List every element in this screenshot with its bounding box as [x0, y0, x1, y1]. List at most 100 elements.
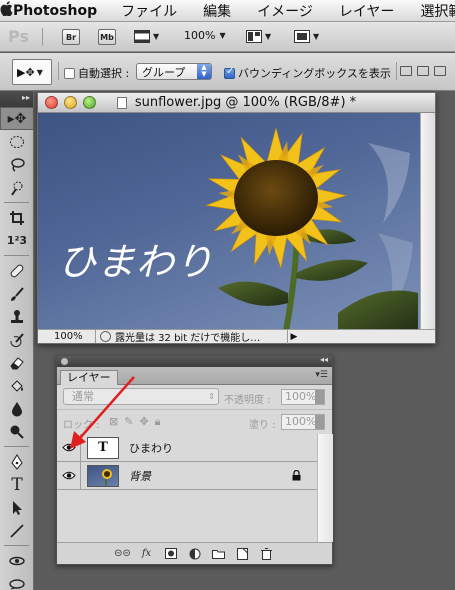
- lock-pixels-icon[interactable]: ✎: [124, 415, 133, 429]
- layers-panel-header[interactable]: ◂◂: [57, 355, 332, 367]
- quick-selection-tool-icon[interactable]: [0, 176, 34, 199]
- layer-name[interactable]: ひまわり: [129, 440, 173, 456]
- auto-select-option[interactable]: 自動選択 :: [64, 65, 129, 81]
- minimize-button[interactable]: [64, 96, 77, 109]
- chevron-down-icon: [315, 415, 324, 429]
- show-bounding-box-option[interactable]: バウンディングボックスを表示: [224, 65, 391, 81]
- tool-preset-picker[interactable]: ▶✥ ▼: [12, 59, 52, 85]
- marquee-tool-icon[interactable]: [0, 130, 34, 153]
- opacity-field[interactable]: 100%: [281, 389, 325, 405]
- stepper-arrows-icon: ⇕: [208, 392, 215, 401]
- menu-layer[interactable]: レイヤー: [339, 1, 395, 21]
- divider: [42, 28, 43, 46]
- layers-panel-footer: ⊝⊝ fx: [57, 542, 332, 564]
- auto-select-checkbox[interactable]: [64, 67, 75, 79]
- brush-tool-icon[interactable]: [0, 282, 34, 305]
- history-brush-tool-icon[interactable]: [0, 328, 34, 351]
- chevron-down-icon: [315, 390, 324, 404]
- window-controls: [45, 96, 96, 109]
- menu-image[interactable]: イメージ: [257, 1, 313, 21]
- layer-row-text[interactable]: T ひまわり: [57, 433, 317, 462]
- layer-style-icon[interactable]: fx: [140, 548, 154, 560]
- blend-mode-value: 通常: [72, 390, 94, 403]
- document-icon: [116, 96, 127, 109]
- panel-close-icon[interactable]: [61, 358, 68, 365]
- layer-row-background[interactable]: 背景: [57, 461, 317, 490]
- tools-panel-header[interactable]: ▸▸: [0, 91, 33, 107]
- arrange-documents-button[interactable]: ▼: [246, 30, 271, 43]
- lock-icon: [292, 469, 301, 484]
- text-layer-thumbnail: T: [87, 436, 119, 459]
- arrange-icon: [246, 30, 262, 43]
- auto-select-target-select[interactable]: グループ ▲ ▼: [136, 63, 212, 80]
- delete-layer-icon[interactable]: [260, 547, 274, 560]
- clone-stamp-tool-icon[interactable]: [0, 305, 34, 328]
- status-menu-arrow-icon[interactable]: ▶: [288, 332, 300, 342]
- document-window: sunflower.jpg @ 100% (RGB/8#) * ひまわり 100…: [37, 92, 436, 344]
- image-canvas[interactable]: ひまわり: [38, 113, 421, 331]
- film-strip-icon: [134, 30, 150, 43]
- bridge-button[interactable]: Br: [62, 29, 80, 45]
- lock-position-icon[interactable]: ✥: [139, 415, 148, 429]
- path-selection-tool-icon[interactable]: [0, 496, 34, 519]
- menu-select[interactable]: 選択範: [420, 1, 455, 21]
- visibility-eye-icon[interactable]: [57, 461, 81, 490]
- ruler-tool-icon[interactable]: 1²3: [0, 229, 34, 252]
- link-layers-icon[interactable]: ⊝⊝: [114, 548, 131, 560]
- lock-transparency-icon[interactable]: ⊠: [109, 415, 118, 429]
- menu-edit[interactable]: 編集: [203, 1, 231, 21]
- new-layer-icon[interactable]: [236, 547, 250, 560]
- screen-mode-icon: [294, 30, 310, 43]
- zoom-level-select[interactable]: 100% ▼: [184, 29, 226, 42]
- new-group-icon[interactable]: [212, 548, 226, 560]
- pen-tool-icon[interactable]: [0, 450, 34, 473]
- close-button[interactable]: [45, 96, 58, 109]
- menu-file[interactable]: ファイル: [121, 1, 177, 21]
- vertical-scrollbar[interactable]: [420, 113, 435, 331]
- show-bounding-box-checkbox[interactable]: [224, 66, 235, 79]
- screen-mode-button[interactable]: ▼: [294, 30, 319, 43]
- lasso-tool-icon[interactable]: [0, 153, 34, 176]
- menu-app-name[interactable]: Photoshop: [13, 3, 97, 19]
- panel-menu-icon[interactable]: ▾☰: [315, 370, 328, 380]
- lock-all-icon[interactable]: 🔒︎: [155, 415, 161, 429]
- paint-bucket-tool-icon[interactable]: [0, 374, 34, 397]
- chevron-down-icon: ▼: [219, 31, 226, 40]
- blur-tool-icon[interactable]: [0, 397, 34, 420]
- tab-layers[interactable]: レイヤー: [60, 370, 118, 385]
- document-titlebar[interactable]: sunflower.jpg @ 100% (RGB/8#) *: [38, 93, 435, 113]
- collapse-icon[interactable]: ◂◂: [320, 355, 328, 364]
- divider: [396, 62, 397, 80]
- fill-field[interactable]: 100%: [281, 414, 325, 430]
- type-tool-icon[interactable]: T: [0, 473, 34, 496]
- add-mask-icon[interactable]: [164, 548, 178, 560]
- move-tool-icon[interactable]: ▸✥: [0, 107, 34, 130]
- chevron-down-icon: ▼: [36, 67, 43, 77]
- 3d-rotate-tool-icon[interactable]: [0, 549, 34, 572]
- blend-mode-select[interactable]: 通常 ⇕: [63, 388, 219, 405]
- options-bar: ▶✥ ▼ 自動選択 : グループ ▲▼ バウンディングボックスを表示: [0, 53, 455, 91]
- auto-select-label: 自動選択 :: [78, 67, 130, 80]
- adjustment-layer-icon[interactable]: [188, 548, 202, 560]
- 3d-orbit-tool-icon[interactable]: [0, 572, 34, 590]
- zoom-level-value: 100%: [184, 29, 216, 42]
- mini-bridge-button[interactable]: Mb: [98, 29, 116, 45]
- layer-list-scrollbar[interactable]: [317, 434, 333, 542]
- visibility-eye-icon[interactable]: [57, 433, 81, 462]
- dodge-tool-icon[interactable]: [0, 420, 34, 443]
- view-extras-button[interactable]: ▼: [134, 30, 159, 43]
- eraser-tool-icon[interactable]: [0, 351, 34, 374]
- crop-tool-icon[interactable]: [0, 206, 34, 229]
- align-middle-icon[interactable]: [417, 66, 429, 76]
- canvas-text-layer[interactable]: ひまわり: [58, 231, 214, 286]
- line-tool-icon[interactable]: [0, 519, 34, 542]
- healing-brush-tool-icon[interactable]: [0, 259, 34, 282]
- status-zoom-field[interactable]: 100%: [38, 330, 96, 343]
- document-status-bar: 100% 露光量は 32 bit だけで機能し… ▶: [38, 329, 435, 344]
- apple-icon[interactable]: [0, 1, 13, 20]
- align-top-icon[interactable]: [400, 66, 412, 76]
- zoom-button[interactable]: [83, 96, 96, 109]
- align-bottom-icon[interactable]: [434, 66, 446, 76]
- layer-name[interactable]: 背景: [129, 468, 151, 484]
- photoshop-logo: Ps: [8, 27, 29, 46]
